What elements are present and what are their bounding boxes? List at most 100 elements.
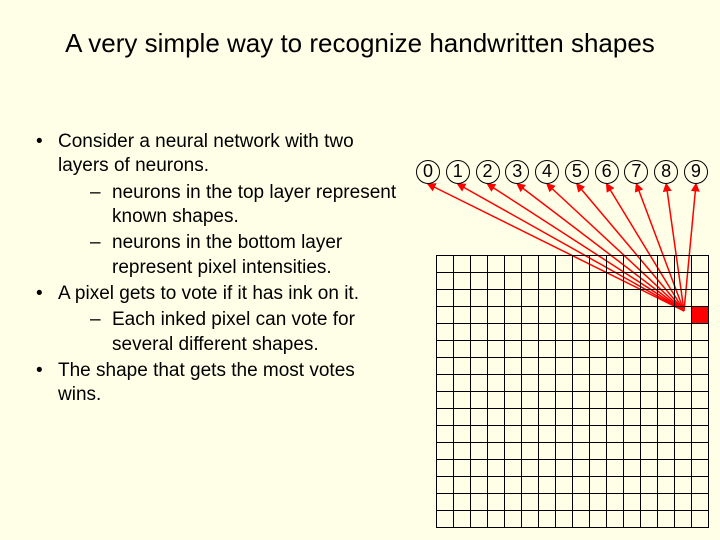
pixel-cell	[573, 273, 590, 290]
pixel-cell	[505, 375, 522, 392]
pixel-cell	[539, 460, 556, 477]
pixel-cell	[692, 409, 709, 426]
pixel-cell	[624, 426, 641, 443]
sub-bullet-list: Each inked pixel can vote for several di…	[58, 308, 400, 357]
pixel-cell	[471, 443, 488, 460]
pixel-cell	[505, 324, 522, 341]
output-neuron-7: 7	[624, 160, 648, 184]
pixel-cell	[607, 375, 624, 392]
pixel-cell	[573, 426, 590, 443]
pixel-cell	[556, 477, 573, 494]
pixel-cell	[522, 324, 539, 341]
output-neuron-0: 0	[416, 160, 440, 184]
pixel-cell	[539, 409, 556, 426]
pixel-cell	[471, 290, 488, 307]
pixel-cell	[590, 273, 607, 290]
pixel-cell	[675, 375, 692, 392]
pixel-cell	[573, 324, 590, 341]
pixel-cell	[505, 477, 522, 494]
pixel-cell	[505, 426, 522, 443]
pixel-cell	[573, 460, 590, 477]
pixel-cell	[624, 341, 641, 358]
pixel-cell	[454, 375, 471, 392]
pixel-cell	[471, 273, 488, 290]
output-neuron-9: 9	[684, 160, 708, 184]
pixel-cell	[522, 511, 539, 528]
pixel-cell	[488, 511, 505, 528]
bullet-list: Consider a neural network with two layer…	[30, 130, 400, 407]
bullet-item: Consider a neural network with two layer…	[30, 130, 400, 280]
pixel-cell	[505, 290, 522, 307]
pixel-cell	[607, 256, 624, 273]
pixel-cell	[692, 307, 709, 324]
sub-bullet-text: neurons in the top layer represent known…	[112, 182, 396, 227]
pixel-cell	[505, 341, 522, 358]
pixel-cell	[488, 426, 505, 443]
pixel-cell	[505, 307, 522, 324]
sub-bullet-text: neurons in the bottom layer represent pi…	[112, 232, 342, 277]
pixel-grid	[436, 255, 709, 528]
pixel-cell	[624, 511, 641, 528]
pixel-cell	[505, 358, 522, 375]
pixel-cell	[505, 273, 522, 290]
pixel-cell	[675, 409, 692, 426]
pixel-cell	[539, 324, 556, 341]
pixel-cell	[675, 392, 692, 409]
pixel-cell	[454, 358, 471, 375]
pixel-cell	[522, 392, 539, 409]
pixel-cell	[590, 307, 607, 324]
pixel-cell	[488, 392, 505, 409]
pixel-cell	[641, 443, 658, 460]
pixel-cell	[692, 290, 709, 307]
pixel-cell	[607, 324, 624, 341]
slide: A very simple way to recognize handwritt…	[0, 0, 720, 540]
pixel-cell	[488, 443, 505, 460]
pixel-cell	[488, 460, 505, 477]
pixel-cell	[607, 426, 624, 443]
pixel-cell	[488, 324, 505, 341]
pixel-cell	[624, 477, 641, 494]
pixel-cell	[641, 307, 658, 324]
sub-bullet-item: Each inked pixel can vote for several di…	[58, 308, 400, 357]
pixel-cell	[641, 392, 658, 409]
bullet-item: A pixel gets to vote if it has ink on it…	[30, 282, 400, 357]
pixel-cell	[658, 358, 675, 375]
pixel-cell	[641, 409, 658, 426]
pixel-cell	[539, 392, 556, 409]
pixel-cell	[607, 341, 624, 358]
pixel-cell	[590, 341, 607, 358]
sub-bullet-item: neurons in the bottom layer represent pi…	[58, 231, 400, 280]
pixel-cell	[573, 494, 590, 511]
pixel-cell	[488, 307, 505, 324]
pixel-cell	[437, 324, 454, 341]
pixel-cell	[658, 375, 675, 392]
pixel-cell	[692, 460, 709, 477]
pixel-cell	[607, 290, 624, 307]
pixel-cell	[590, 392, 607, 409]
pixel-cell	[437, 477, 454, 494]
pixel-cell	[641, 290, 658, 307]
pixel-cell	[556, 256, 573, 273]
pixel-cell	[675, 290, 692, 307]
pixel-grid-wrap	[436, 255, 692, 511]
bullet-item: The shape that gets the most votes wins.	[30, 359, 400, 408]
pixel-cell	[590, 358, 607, 375]
pixel-cell	[658, 324, 675, 341]
pixel-cell	[675, 358, 692, 375]
output-neuron-1: 1	[446, 160, 470, 184]
pixel-cell	[624, 375, 641, 392]
pixel-cell	[692, 375, 709, 392]
pixel-cell	[522, 494, 539, 511]
pixel-cell	[471, 341, 488, 358]
pixel-cell	[675, 426, 692, 443]
sub-bullet-item: neurons in the top layer represent known…	[58, 181, 400, 230]
pixel-cell	[522, 256, 539, 273]
pixel-cell	[692, 511, 709, 528]
pixel-cell	[505, 511, 522, 528]
pixel-cell	[590, 477, 607, 494]
pixel-cell	[692, 341, 709, 358]
pixel-cell	[675, 494, 692, 511]
sub-bullet-list: neurons in the top layer represent known…	[58, 181, 400, 280]
pixel-cell	[556, 460, 573, 477]
pixel-cell	[539, 426, 556, 443]
